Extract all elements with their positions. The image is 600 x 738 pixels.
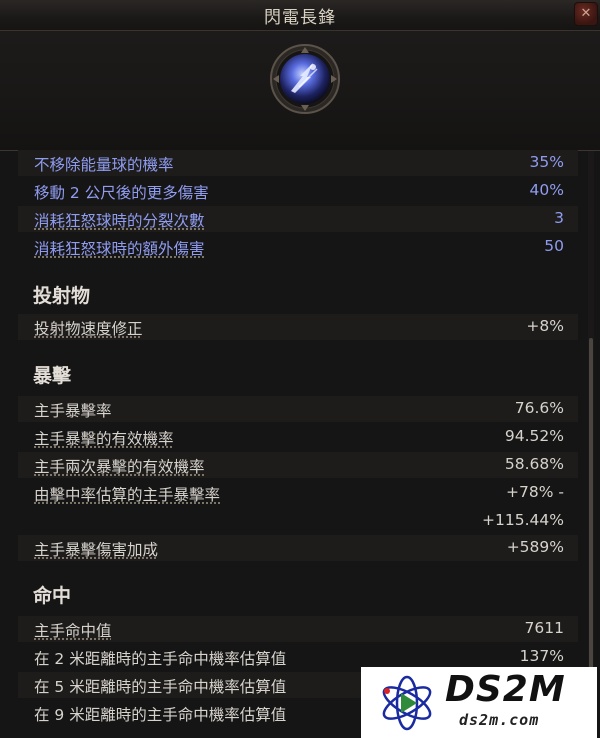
stat-label: 在 9 米距離時的主手命中機率估算值 [34, 706, 287, 724]
stat-value: 76.6% [514, 399, 564, 417]
stat-row: 投射物速度修正 +8% [18, 314, 578, 340]
stat-label[interactable]: 主手暴擊傷害加成 [34, 538, 158, 560]
modifier-label: 不移除能量球的機率 [34, 156, 174, 174]
section-heading-accuracy: 命中 [33, 585, 72, 607]
modifier-label: 移動 2 公尺後的更多傷害 [34, 184, 209, 202]
watermark-brand: DS2M [445, 669, 566, 710]
atom-logo-icon [382, 675, 432, 731]
section-heading-critical: 暴擊 [33, 365, 72, 387]
section-heading-projectile: 投射物 [33, 285, 91, 307]
stat-value: 137% [519, 647, 564, 665]
modifier-row: 消耗狂怒球時的分裂次數 3 [18, 206, 578, 232]
modifier-row: 消耗狂怒球時的額外傷害 50 [18, 234, 578, 260]
window-title: 閃電長鋒 [264, 8, 336, 28]
close-button[interactable]: ✕ [574, 2, 598, 26]
modifier-value: 35% [529, 153, 564, 171]
stat-value: 58.68% [504, 455, 564, 473]
stat-label: 在 2 米距離時的主手命中機率估算值 [34, 650, 287, 668]
stat-label: 在 5 米距離時的主手命中機率估算值 [34, 678, 287, 696]
watermark-url: ds2m.com [459, 711, 540, 729]
stat-value: +589% [506, 538, 564, 556]
stat-label[interactable]: 投射物速度修正 [34, 317, 143, 339]
stat-label[interactable]: 主手兩次暴擊的有效機率 [34, 455, 205, 477]
stat-label: 主手暴擊率 [34, 402, 112, 420]
modifier-label[interactable]: 消耗狂怒球時的分裂次數 [34, 209, 205, 231]
modifier-value: 3 [554, 209, 564, 227]
modifier-row: 移動 2 公尺後的更多傷害 40% [18, 178, 578, 204]
stat-row: 主手暴擊傷害加成 +589% [18, 535, 578, 561]
stat-value: 7611 [524, 619, 564, 637]
stat-label[interactable]: 主手命中值 [34, 619, 112, 641]
stat-row: 主手兩次暴擊的有效機率 58.68% [18, 452, 578, 478]
stat-value: +78% - [506, 483, 564, 501]
stat-row: 主手暴擊的有效機率 94.52% [18, 424, 578, 450]
modifier-value: 50 [544, 237, 564, 255]
modifier-label[interactable]: 消耗狂怒球時的額外傷害 [34, 237, 205, 259]
stat-value: +8% [526, 317, 564, 335]
modifier-value: 40% [529, 181, 564, 199]
stat-row: 主手暴擊率 76.6% [18, 396, 578, 422]
stat-label[interactable]: 由擊中率估算的主手暴擊率 [34, 483, 220, 505]
stat-row: 由擊中率估算的主手暴擊率 +78% - +115.44% [18, 480, 578, 534]
stat-label[interactable]: 主手暴擊的有效機率 [34, 427, 174, 449]
stat-row: 主手命中值 7611 [18, 616, 578, 642]
title-bar: 閃電長鋒 ✕ [0, 0, 600, 31]
lightning-spear-icon [270, 44, 340, 114]
stat-value: 94.52% [504, 427, 564, 445]
modifier-row: 不移除能量球的機率 35% [18, 150, 578, 176]
stat-value-continued: +115.44% [482, 511, 564, 529]
watermark: DS2M ds2m.com [361, 667, 597, 738]
